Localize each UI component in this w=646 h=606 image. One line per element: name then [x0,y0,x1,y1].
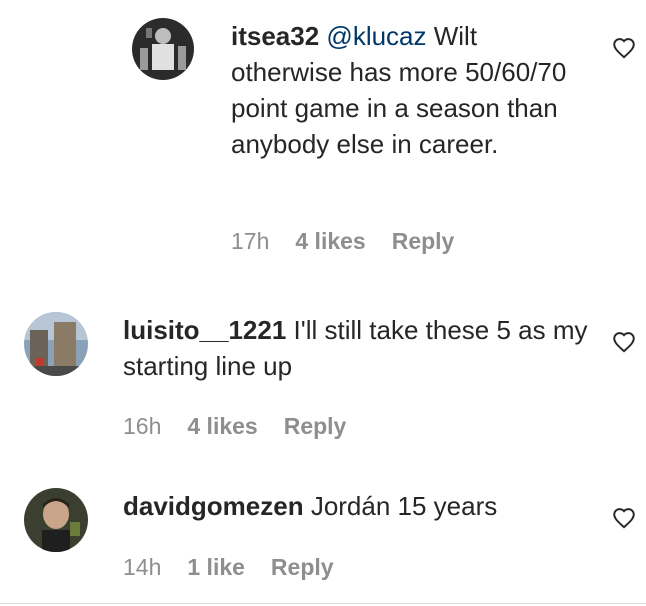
timestamp[interactable]: 16h [123,413,161,440]
likes-count[interactable]: 4 likes [295,228,365,255]
comment-text: davidgomezen Jordán 15 years [123,488,593,524]
divider [0,603,646,604]
reply-button[interactable]: Reply [271,554,334,581]
avatar[interactable] [24,488,88,552]
avatar[interactable] [132,18,194,80]
username[interactable]: davidgomezen [123,491,304,521]
reply-button[interactable]: Reply [284,413,347,440]
heart-outline-icon[interactable] [611,505,637,531]
heart-outline-icon[interactable] [611,329,637,355]
comment-text: luisito__1221 I'll still take these 5 as… [123,312,593,384]
timestamp[interactable]: 17h [231,228,269,255]
comment-body: Jordán 15 years [303,491,498,521]
likes-count[interactable]: 1 like [187,554,245,581]
heart-outline-icon[interactable] [611,35,637,61]
comment-text: itsea32 @klucaz Wilt otherwise has more … [231,18,581,162]
avatar[interactable] [24,312,88,376]
timestamp[interactable]: 14h [123,554,161,581]
comment-meta: 14h 1 like Reply [123,554,360,581]
likes-count[interactable]: 4 likes [187,413,257,440]
reply-button[interactable]: Reply [392,228,455,255]
username[interactable]: itsea32 [231,21,319,51]
mention-link[interactable]: @klucaz [326,21,426,51]
username[interactable]: luisito__1221 [123,315,286,345]
comment-meta: 17h 4 likes Reply [231,228,480,255]
comment-meta: 16h 4 likes Reply [123,413,372,440]
